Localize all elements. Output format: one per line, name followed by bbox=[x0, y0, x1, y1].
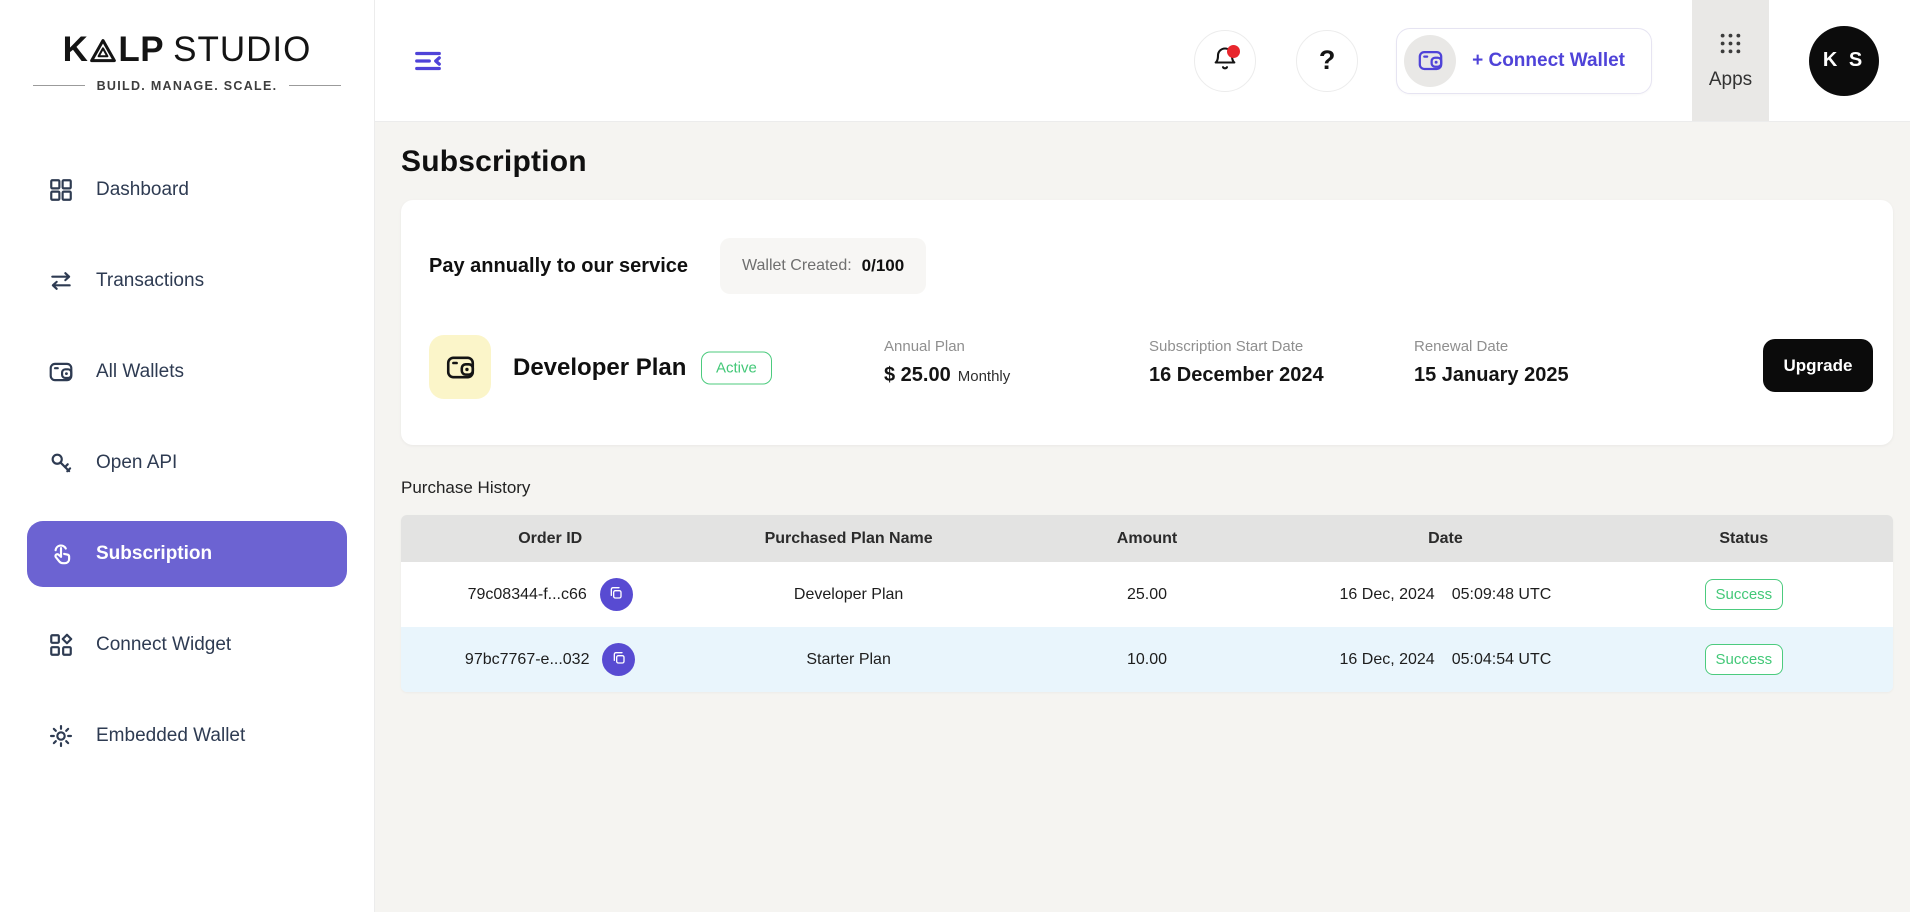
order-id-cell: 97bc7767-e...032 bbox=[401, 643, 699, 676]
renewal-date-label: Renewal Date bbox=[1414, 338, 1569, 355]
brand-logo: K LP STUDIO BUILD. MANAGE. SCALE. bbox=[0, 0, 374, 122]
start-date-stat: Subscription Start Date 16 December 2024 bbox=[1149, 338, 1324, 387]
connect-wallet-button[interactable]: + Connect Wallet bbox=[1396, 28, 1652, 94]
amount-cell: 25.00 bbox=[998, 586, 1296, 604]
status-badge: Success bbox=[1705, 644, 1783, 675]
menu-collapse-icon bbox=[413, 64, 443, 79]
dashboard-grid-icon bbox=[48, 177, 74, 203]
plan-card-heading: Pay annually to our service bbox=[429, 255, 688, 278]
transactions-arrows-icon bbox=[48, 268, 74, 294]
app-window: K LP STUDIO BUILD. MANAGE. SCALE. bbox=[0, 0, 1910, 912]
purchase-history-title: Purchase History bbox=[401, 478, 1893, 498]
sidebar-item-dashboard[interactable]: Dashboard bbox=[27, 157, 347, 223]
apps-grid-icon bbox=[1717, 30, 1744, 60]
date-value: 16 Dec, 2024 bbox=[1340, 586, 1435, 604]
upgrade-button[interactable]: Upgrade bbox=[1763, 339, 1873, 392]
copy-order-id-button[interactable] bbox=[602, 643, 635, 676]
plan-status-badge: Active bbox=[701, 352, 772, 385]
main-content: Subscription Pay annually to our service… bbox=[375, 123, 1910, 912]
sidebar-item-all-wallets[interactable]: All Wallets bbox=[27, 339, 347, 405]
sidebar-item-label: Dashboard bbox=[96, 179, 189, 201]
date-cell: 16 Dec, 2024 05:04:54 UTC bbox=[1296, 651, 1594, 669]
start-date-label: Subscription Start Date bbox=[1149, 338, 1324, 355]
page-title: Subscription bbox=[401, 145, 1893, 179]
status-cell: Success bbox=[1595, 644, 1893, 675]
annual-period: Monthly bbox=[958, 368, 1011, 385]
tap-gesture-icon bbox=[48, 541, 74, 567]
plan-wallet-icon bbox=[429, 335, 491, 399]
sidebar-collapse-button[interactable] bbox=[413, 46, 443, 76]
status-cell: Success bbox=[1595, 579, 1893, 610]
sidebar-item-subscription[interactable]: Subscription bbox=[27, 521, 347, 587]
column-header-amount: Amount bbox=[998, 530, 1296, 548]
annual-plan-label: Annual Plan bbox=[884, 338, 1010, 355]
plan-name-cell: Developer Plan bbox=[699, 586, 997, 604]
subscription-plan-card: Pay annually to our service Wallet Creat… bbox=[401, 200, 1893, 445]
sidebar-item-embedded-wallet[interactable]: Embedded Wallet bbox=[27, 703, 347, 769]
sidebar-item-transactions[interactable]: Transactions bbox=[27, 248, 347, 314]
table-row: 97bc7767-e...032 Starter Plan 10.00 16 D… bbox=[401, 627, 1893, 692]
annual-price: $ 25.00 bbox=[884, 364, 951, 386]
topbar: ? + Connect Wallet bbox=[375, 0, 1910, 122]
column-header-status: Status bbox=[1595, 530, 1893, 548]
copy-icon bbox=[608, 585, 624, 604]
time-value: 05:09:48 UTC bbox=[1452, 586, 1552, 604]
order-id-value: 79c08344-f...c66 bbox=[468, 586, 587, 604]
plan-name-cell: Starter Plan bbox=[699, 651, 997, 669]
key-icon bbox=[48, 450, 74, 476]
sidebar-item-label: Transactions bbox=[96, 270, 204, 292]
apps-button-label: Apps bbox=[1709, 69, 1752, 91]
wallet-created-value: 0/100 bbox=[862, 256, 905, 276]
logo-text-k: K bbox=[63, 30, 89, 70]
logo-text-studio: STUDIO bbox=[173, 30, 311, 70]
wallet-icon bbox=[48, 359, 74, 385]
logo-triangle-icon bbox=[89, 37, 117, 65]
renewal-date-stat: Renewal Date 15 January 2025 bbox=[1414, 338, 1569, 387]
column-header-order-id: Order ID bbox=[401, 530, 699, 548]
copy-order-id-button[interactable] bbox=[600, 578, 633, 611]
notifications-button[interactable] bbox=[1194, 30, 1256, 92]
renewal-date-value: 15 January 2025 bbox=[1414, 364, 1569, 387]
sidebar-nav: Dashboard Transactions bbox=[0, 122, 374, 769]
notification-dot bbox=[1227, 45, 1240, 58]
gear-icon bbox=[48, 723, 74, 749]
copy-icon bbox=[611, 650, 627, 669]
question-mark-icon: ? bbox=[1319, 45, 1336, 76]
date-value: 16 Dec, 2024 bbox=[1340, 651, 1435, 669]
time-value: 05:04:54 UTC bbox=[1452, 651, 1552, 669]
apps-button[interactable]: Apps bbox=[1692, 0, 1769, 121]
connect-wallet-label: + Connect Wallet bbox=[1472, 50, 1625, 72]
annual-plan-stat: Annual Plan $ 25.00 Monthly bbox=[884, 338, 1010, 387]
wallet-icon bbox=[1404, 35, 1456, 87]
sidebar: K LP STUDIO BUILD. MANAGE. SCALE. bbox=[0, 0, 375, 912]
order-id-cell: 79c08344-f...c66 bbox=[401, 578, 699, 611]
date-cell: 16 Dec, 2024 05:09:48 UTC bbox=[1296, 586, 1594, 604]
column-header-date: Date bbox=[1296, 530, 1594, 548]
status-badge: Success bbox=[1705, 579, 1783, 610]
wallet-created-counter: Wallet Created: 0/100 bbox=[720, 238, 926, 294]
sidebar-item-label: Connect Widget bbox=[96, 634, 231, 656]
wallet-created-label: Wallet Created: bbox=[742, 257, 852, 275]
sidebar-item-label: All Wallets bbox=[96, 361, 184, 383]
order-id-value: 97bc7767-e...032 bbox=[465, 651, 590, 669]
sidebar-item-open-api[interactable]: Open API bbox=[27, 430, 347, 496]
plan-name: Developer Plan bbox=[513, 354, 686, 382]
table-header-row: Order ID Purchased Plan Name Amount Date… bbox=[401, 515, 1893, 562]
sidebar-item-label: Subscription bbox=[96, 543, 212, 565]
widget-grid-diamond-icon bbox=[48, 632, 74, 658]
sidebar-item-label: Embedded Wallet bbox=[96, 725, 245, 747]
amount-cell: 10.00 bbox=[998, 651, 1296, 669]
sidebar-item-label: Open API bbox=[96, 452, 177, 474]
sidebar-item-connect-widget[interactable]: Connect Widget bbox=[27, 612, 347, 678]
brand-tagline: BUILD. MANAGE. SCALE. bbox=[21, 79, 354, 93]
logo-text-lp: LP bbox=[118, 30, 164, 70]
table-row: 79c08344-f...c66 Developer Plan 25.00 16… bbox=[401, 562, 1893, 627]
user-avatar[interactable]: K S bbox=[1809, 26, 1879, 96]
help-button[interactable]: ? bbox=[1296, 30, 1358, 92]
purchase-history-table: Order ID Purchased Plan Name Amount Date… bbox=[401, 515, 1893, 692]
start-date-value: 16 December 2024 bbox=[1149, 364, 1324, 387]
column-header-plan-name: Purchased Plan Name bbox=[699, 530, 997, 548]
